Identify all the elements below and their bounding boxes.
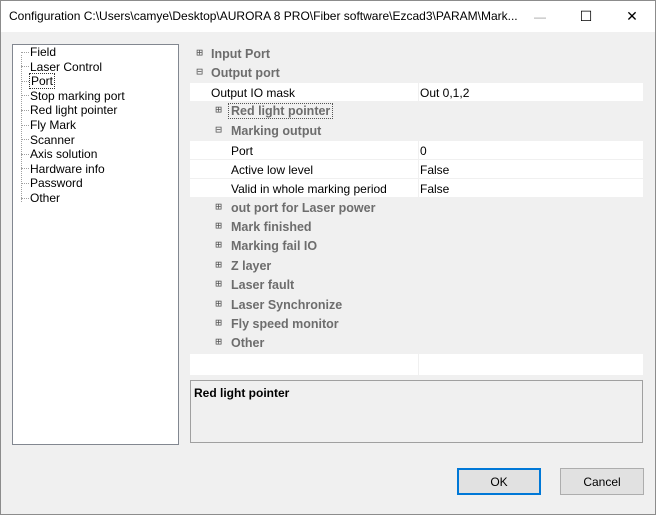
property-output-io-mask[interactable]: Output IO mask Out 0,1,2	[190, 83, 643, 102]
tree-item-password[interactable]: Password	[21, 176, 84, 190]
description-title: Red light pointer	[194, 386, 290, 400]
category-marking-output[interactable]: ⊟ Marking output	[190, 122, 643, 141]
category-z-layer[interactable]: ⊞ Z layer	[190, 257, 643, 276]
category-red-light-pointer[interactable]: ⊞ Red light pointer	[190, 102, 643, 121]
tree-item-stop-marking-port[interactable]: Stop marking port	[21, 89, 126, 103]
category-fly-speed-monitor[interactable]: ⊞ Fly speed monitor	[190, 315, 643, 334]
category-tree[interactable]: Field Laser Control Port Stop marking po…	[12, 44, 179, 445]
minimize-icon: —	[534, 9, 546, 24]
tree-item-laser-control[interactable]: Laser Control	[21, 60, 103, 74]
property-valid-whole-marking-period[interactable]: Valid in whole marking period False	[190, 179, 643, 198]
category-out-port-laser-power[interactable]: ⊞ out port for Laser power	[190, 199, 643, 218]
tree-item-other[interactable]: Other	[21, 191, 61, 205]
tree-item-hardware-info[interactable]: Hardware info	[21, 162, 106, 176]
collapse-icon[interactable]: ⊟	[195, 66, 204, 77]
expand-icon[interactable]: ⊞	[214, 259, 223, 270]
expand-icon[interactable]: ⊞	[214, 239, 223, 250]
category-input-port[interactable]: ⊞ Input Port	[190, 45, 643, 64]
configuration-window: Configuration C:\Users\camye\Desktop\AUR…	[0, 0, 656, 515]
category-other[interactable]: ⊞ Other	[190, 334, 643, 353]
expand-icon[interactable]: ⊞	[214, 278, 223, 289]
active-low-level-value[interactable]: False	[420, 163, 449, 177]
minimize-button[interactable]: —	[517, 1, 563, 32]
port-value[interactable]: 0	[420, 144, 427, 158]
collapse-icon[interactable]: ⊟	[214, 124, 223, 135]
expand-icon[interactable]: ⊞	[214, 298, 223, 309]
category-laser-synchronize[interactable]: ⊞ Laser Synchronize	[190, 296, 643, 315]
cancel-button[interactable]: Cancel	[560, 468, 644, 495]
close-icon: ✕	[626, 8, 638, 24]
empty-grid-row	[190, 354, 643, 375]
ok-button[interactable]: OK	[457, 468, 541, 495]
expand-icon[interactable]: ⊞	[214, 104, 223, 115]
category-laser-fault[interactable]: ⊞ Laser fault	[190, 276, 643, 295]
expand-icon[interactable]: ⊞	[195, 47, 204, 58]
maximize-icon: ☐	[579, 8, 593, 24]
tree-item-port[interactable]: Port	[21, 73, 56, 90]
title-bar[interactable]: Configuration C:\Users\camye\Desktop\AUR…	[1, 1, 655, 32]
tree-item-red-light-pointer[interactable]: Red light pointer	[21, 103, 118, 117]
output-io-mask-value[interactable]: Out 0,1,2	[420, 86, 469, 100]
tree-item-field[interactable]: Field	[21, 45, 57, 59]
window-title: Configuration C:\Users\camye\Desktop\AUR…	[9, 9, 518, 23]
category-mark-finished[interactable]: ⊞ Mark finished	[190, 218, 643, 237]
expand-icon[interactable]: ⊞	[214, 336, 223, 347]
description-pane: Red light pointer	[190, 380, 643, 443]
maximize-button[interactable]: ☐	[563, 1, 609, 32]
close-button[interactable]: ✕	[609, 1, 655, 32]
expand-icon[interactable]: ⊞	[214, 317, 223, 328]
expand-icon[interactable]: ⊞	[214, 220, 223, 231]
category-output-port[interactable]: ⊟ Output port	[190, 64, 643, 83]
property-active-low-level[interactable]: Active low level False	[190, 160, 643, 179]
property-grid: ⊞ Input Port ⊟ Output port Output IO mas…	[190, 44, 643, 375]
category-marking-fail-io[interactable]: ⊞ Marking fail IO	[190, 237, 643, 256]
property-port[interactable]: Port 0	[190, 141, 643, 160]
tree-item-scanner[interactable]: Scanner	[21, 133, 76, 147]
expand-icon[interactable]: ⊞	[214, 201, 223, 212]
tree-item-axis-solution[interactable]: Axis solution	[21, 147, 98, 161]
valid-whole-marking-period-value[interactable]: False	[420, 182, 449, 196]
tree-item-fly-mark[interactable]: Fly Mark	[21, 118, 77, 132]
